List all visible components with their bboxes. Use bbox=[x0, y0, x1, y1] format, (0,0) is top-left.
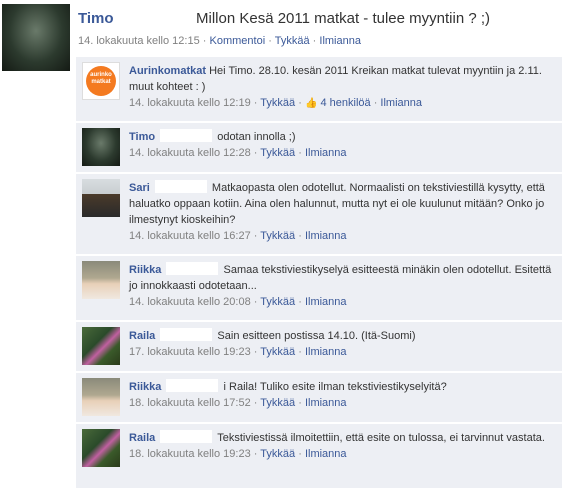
comment-body: Riikka Samaa tekstiviestikyselyä esittee… bbox=[129, 262, 555, 310]
comment-author[interactable]: Raila bbox=[129, 432, 155, 444]
commenter-avatar[interactable] bbox=[82, 261, 120, 299]
comment-timestamp[interactable]: 14. lokakuuta kello 12:19 bbox=[129, 97, 251, 109]
commenter-avatar[interactable] bbox=[82, 327, 120, 365]
like-count[interactable]: 4 henkilöä bbox=[320, 97, 370, 109]
like-link[interactable]: Tykkää bbox=[260, 397, 295, 409]
comment-meta: 14. lokakuuta kello 12:28 · Tykkää · Ilm… bbox=[129, 145, 555, 161]
report-link[interactable]: Ilmianna bbox=[319, 35, 361, 47]
commenter-avatar[interactable] bbox=[82, 429, 120, 467]
separator: · bbox=[298, 397, 302, 409]
post-meta: 14. lokakuuta kello 12:15 · Kommentoi · … bbox=[78, 35, 361, 47]
comment-item: Raila Sain esitteen postissa 14.10. (Itä… bbox=[76, 322, 562, 372]
comment-body: Sari Matkaopasta olen odotellut. Normaal… bbox=[129, 180, 555, 244]
separator: · bbox=[253, 230, 258, 242]
comment-item: Riikka Samaa tekstiviestikyselyä esittee… bbox=[76, 256, 562, 321]
comment-timestamp[interactable]: 18. lokakuuta kello 19:23 bbox=[129, 448, 251, 460]
like-link[interactable]: Tykkää bbox=[260, 346, 295, 358]
comment-body: Aurinkomatkat Hei Timo. 28.10. kesän 201… bbox=[129, 63, 555, 112]
redacted-surname bbox=[154, 180, 207, 193]
like-link[interactable]: Tykkää bbox=[260, 296, 295, 308]
separator: · bbox=[253, 97, 258, 109]
like-link[interactable]: Tykkää bbox=[260, 97, 295, 109]
comment-text: Sain esitteen postissa 14.10. (Itä-Suomi… bbox=[217, 330, 416, 342]
separator: · bbox=[298, 230, 302, 242]
report-link[interactable]: Ilmianna bbox=[305, 296, 347, 308]
redacted-surname bbox=[160, 430, 213, 443]
comment-body: Timo odotan innolla ;) 14. lokakuuta kel… bbox=[129, 129, 555, 161]
like-link[interactable]: Tykkää bbox=[260, 147, 295, 159]
post-author-avatar[interactable] bbox=[2, 4, 70, 71]
separator: · bbox=[298, 147, 302, 159]
separator: · bbox=[253, 296, 258, 308]
separator: · bbox=[298, 346, 302, 358]
comment-author[interactable]: Aurinkomatkat bbox=[129, 65, 206, 77]
comment-item: Raila Tekstiviestissä ilmoitettiin, että… bbox=[76, 424, 562, 489]
report-link[interactable]: Ilmianna bbox=[380, 97, 422, 109]
separator: · bbox=[298, 448, 302, 460]
commenter-avatar[interactable] bbox=[82, 378, 120, 416]
commenter-avatar[interactable]: aurinko matkat bbox=[82, 62, 120, 100]
comment-timestamp[interactable]: 14. lokakuuta kello 12:28 bbox=[129, 147, 251, 159]
comment-meta: 18. lokakuuta kello 17:52 · Tykkää · Ilm… bbox=[129, 395, 555, 411]
post-author-name[interactable]: Timo bbox=[78, 10, 114, 27]
post-timestamp[interactable]: 14. lokakuuta kello 12:15 bbox=[78, 35, 200, 47]
comment-item: aurinko matkat Aurinkomatkat Hei Timo. 2… bbox=[76, 57, 562, 122]
commenter-avatar[interactable] bbox=[82, 128, 120, 166]
comment-author[interactable]: Raila bbox=[129, 330, 155, 342]
comment-timestamp[interactable]: 18. lokakuuta kello 17:52 bbox=[129, 397, 251, 409]
report-link[interactable]: Ilmianna bbox=[305, 147, 347, 159]
comment-author[interactable]: Sari bbox=[129, 182, 150, 194]
commenter-avatar[interactable] bbox=[82, 179, 120, 217]
comment-body: Raila Sain esitteen postissa 14.10. (Itä… bbox=[129, 328, 555, 360]
separator: · bbox=[253, 147, 258, 159]
comment-text: odotan innolla ;) bbox=[217, 131, 296, 143]
thumbs-up-icon: 👍 bbox=[304, 98, 318, 109]
comment-item: Sari Matkaopasta olen odotellut. Normaal… bbox=[76, 174, 562, 255]
comment-meta: 17. lokakuuta kello 19:23 · Tykkää · Ilm… bbox=[129, 344, 555, 360]
comment-link[interactable]: Kommentoi bbox=[210, 35, 266, 47]
separator: · bbox=[253, 448, 258, 460]
like-link[interactable]: Tykkää bbox=[275, 35, 310, 47]
like-link[interactable]: Tykkää bbox=[260, 230, 295, 242]
separator: · bbox=[202, 35, 207, 47]
comment-timestamp[interactable]: 14. lokakuuta kello 20:08 bbox=[129, 296, 251, 308]
comment-item: Timo odotan innolla ;) 14. lokakuuta kel… bbox=[76, 123, 562, 173]
redacted-surname bbox=[166, 262, 219, 275]
comment-text: i Raila! Tuliko esite ilman tekstiviesti… bbox=[223, 381, 447, 393]
separator: · bbox=[253, 397, 258, 409]
separator: · bbox=[298, 97, 302, 109]
redacted-surname bbox=[160, 328, 213, 341]
report-link[interactable]: Ilmianna bbox=[305, 397, 347, 409]
comment-body: Raila Tekstiviestissä ilmoitettiin, että… bbox=[129, 430, 555, 462]
comment-item: Riikka i Raila! Tuliko esite ilman tekst… bbox=[76, 373, 562, 423]
separator: · bbox=[312, 35, 317, 47]
like-link[interactable]: Tykkää bbox=[260, 448, 295, 460]
comment-meta: 14. lokakuuta kello 20:08 · Tykkää · Ilm… bbox=[129, 294, 555, 310]
separator: · bbox=[268, 35, 272, 47]
report-link[interactable]: Ilmianna bbox=[305, 230, 347, 242]
comment-body: Riikka i Raila! Tuliko esite ilman tekst… bbox=[129, 379, 555, 411]
comment-text: Tekstiviestissä ilmoitettiin, että esite… bbox=[217, 432, 545, 444]
logo-text: aurinko matkat bbox=[90, 72, 112, 85]
comment-meta: 14. lokakuuta kello 16:27 · Tykkää · Ilm… bbox=[129, 228, 555, 244]
redacted-surname bbox=[166, 379, 219, 392]
report-link[interactable]: Ilmianna bbox=[305, 346, 347, 358]
comment-timestamp[interactable]: 14. lokakuuta kello 16:27 bbox=[129, 230, 251, 242]
comment-meta: 18. lokakuuta kello 19:23 · Tykkää · Ilm… bbox=[129, 446, 555, 462]
report-link[interactable]: Ilmianna bbox=[305, 448, 347, 460]
separator: · bbox=[298, 296, 302, 308]
comment-author[interactable]: Riikka bbox=[129, 381, 161, 393]
comment-meta: 14. lokakuuta kello 12:19 · Tykkää · 👍 4… bbox=[129, 95, 555, 112]
comment-author[interactable]: Riikka bbox=[129, 264, 161, 276]
post-text: Millon Kesä 2011 matkat - tulee myyntiin… bbox=[196, 10, 491, 27]
comment-list: aurinko matkat Aurinkomatkat Hei Timo. 2… bbox=[76, 57, 562, 489]
comment-author[interactable]: Timo bbox=[129, 131, 155, 143]
redacted-surname bbox=[160, 129, 213, 142]
comment-timestamp[interactable]: 17. lokakuuta kello 19:23 bbox=[129, 346, 251, 358]
separator: · bbox=[373, 97, 378, 109]
separator: · bbox=[253, 346, 258, 358]
